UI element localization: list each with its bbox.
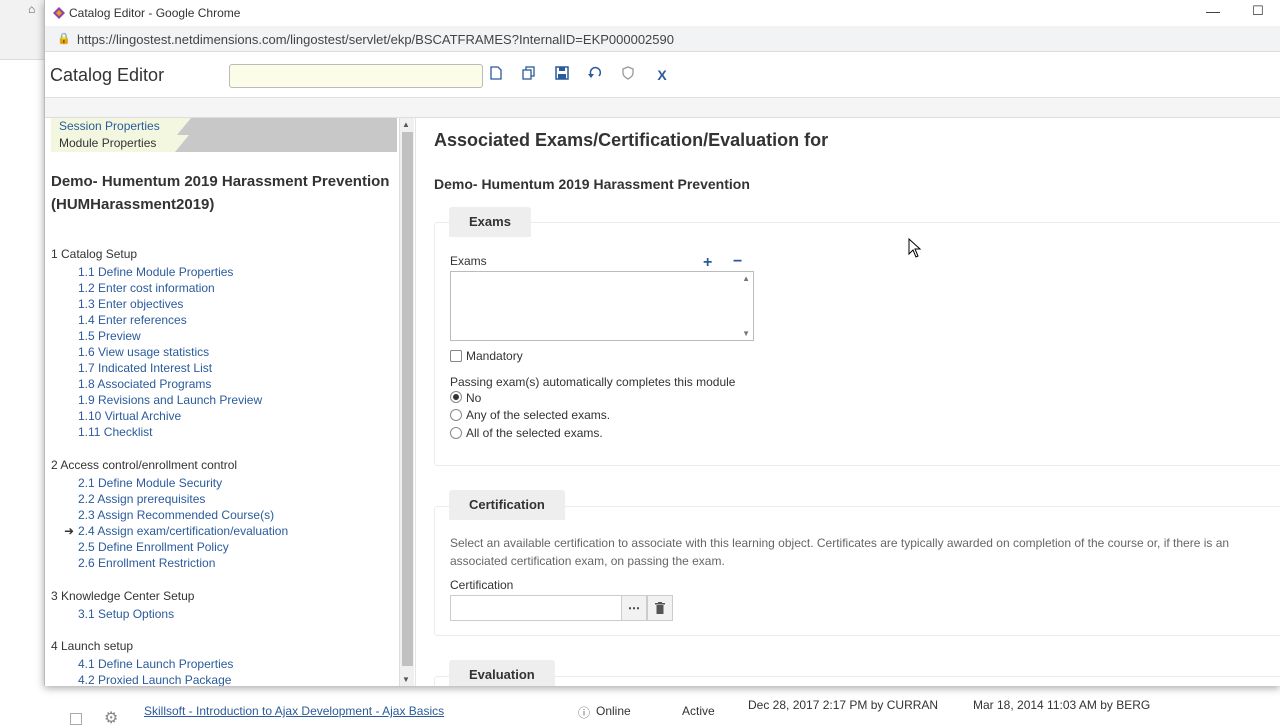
- page-title: Associated Exams/Certification/Evaluatio…: [434, 130, 829, 150]
- toolbar-divider: [45, 98, 1280, 118]
- nav-link-assign-recommended-courses[interactable]: 2.3 Assign Recommended Course(s): [78, 508, 274, 522]
- page-favicon-icon: [53, 7, 65, 19]
- mandatory-checkbox[interactable]: [450, 350, 462, 362]
- nav-link-define-module-security[interactable]: 2.1 Define Module Security: [78, 476, 222, 490]
- search-input[interactable]: [229, 64, 483, 88]
- home-icon[interactable]: ⌂: [28, 2, 35, 16]
- row-modified: Dec 28, 2017 2:17 PM by CURRAN: [748, 698, 939, 712]
- row-status: Active: [682, 704, 715, 718]
- app-title: Catalog Editor: [50, 65, 165, 85]
- nav-link-preview[interactable]: 1.5 Preview: [78, 329, 141, 343]
- lock-icon: 🔒: [57, 33, 71, 45]
- minimize-icon[interactable]: —: [1203, 3, 1223, 23]
- address-bar[interactable]: 🔒 https://lingostest.netdimensions.com/l…: [45, 26, 1280, 52]
- row-title-link[interactable]: Skillsoft - Introduction to Ajax Develop…: [144, 704, 444, 718]
- tab-module-corner: [175, 135, 189, 152]
- certification-input[interactable]: [450, 595, 622, 621]
- online-icon: ⓘ: [578, 706, 591, 720]
- mandatory-label: Mandatory: [466, 349, 523, 363]
- certification-description: Select an available certification to ass…: [450, 536, 1230, 568]
- tab-certification: Certification: [449, 490, 565, 520]
- nav-section-access-control: 2 Access control/enrollment control: [51, 458, 238, 472]
- background-table-row[interactable]: ⚙ Skillsoft - Introduction to Ajax Devel…: [0, 698, 1280, 727]
- tab-exams: Exams: [449, 207, 531, 237]
- nav-link-enter-cost-information[interactable]: 1.2 Enter cost information: [78, 281, 215, 295]
- window-titlebar: Catalog Editor - Google Chrome — ☐: [45, 0, 1280, 26]
- background-header-strip: [0, 0, 44, 60]
- nav-link-indicated-interest-list[interactable]: 1.7 Indicated Interest List: [78, 361, 212, 375]
- radio-any-selected[interactable]: [450, 409, 462, 421]
- list-scroll-up-icon[interactable]: ▲: [742, 274, 750, 283]
- sidebar-scroll-thumb[interactable]: [402, 132, 413, 666]
- nav-link-associated-programs[interactable]: 1.8 Associated Programs: [78, 377, 211, 391]
- url-text[interactable]: https://lingostest.netdimensions.com/lin…: [77, 32, 674, 47]
- list-scroll-down-icon[interactable]: ▼: [742, 329, 750, 338]
- nav-link-define-enrollment-policy[interactable]: 2.5 Define Enrollment Policy: [78, 540, 229, 554]
- tab-module-properties-strip: Module Properties: [51, 135, 397, 152]
- passing-exams-label: Passing exam(s) automatically completes …: [450, 375, 736, 389]
- radio-all-selected[interactable]: [450, 427, 462, 439]
- nav-link-enter-objectives[interactable]: 1.3 Enter objectives: [78, 297, 183, 311]
- certification-label: Certification: [450, 578, 514, 592]
- evaluation-section: [434, 676, 1280, 686]
- sidebar-scrollbar[interactable]: ▲ ▼: [399, 118, 414, 686]
- tab-module-properties[interactable]: Module Properties: [51, 135, 175, 152]
- module-subtitle: Demo- Humentum 2019 Harassment Preventio…: [434, 176, 750, 192]
- radio-no-label: No: [466, 391, 482, 405]
- row-created: Mar 18, 2014 11:03 AM by BERG: [973, 698, 1151, 712]
- module-title: Demo- Humentum 2019 Harassment Preventio…: [51, 173, 390, 213]
- row-checkbox[interactable]: [70, 713, 82, 725]
- nav-link-enter-references[interactable]: 1.4 Enter references: [78, 313, 187, 327]
- nav-link-enrollment-restriction[interactable]: 2.6 Enrollment Restriction: [78, 556, 215, 570]
- nav-link-checklist[interactable]: 1.11 Checklist: [78, 425, 152, 439]
- exams-listbox[interactable]: ▲ ▼: [450, 271, 754, 341]
- scroll-down-icon[interactable]: ▼: [402, 675, 410, 684]
- new-document-icon[interactable]: [487, 66, 505, 84]
- nav-link-define-launch-properties[interactable]: 4.1 Define Launch Properties: [78, 657, 233, 671]
- nav-section-catalog-setup: 1 Catalog Setup: [51, 247, 138, 261]
- add-exam-button[interactable]: +: [703, 254, 712, 272]
- gear-icon[interactable]: ⚙: [104, 708, 118, 728]
- nav-link-assign-prerequisites[interactable]: 2.2 Assign prerequisites: [78, 492, 205, 506]
- remove-exam-button[interactable]: −: [733, 253, 742, 271]
- window-title: Catalog Editor - Google Chrome: [69, 6, 241, 20]
- nav-link-virtual-archive[interactable]: 1.10 Virtual Archive: [78, 409, 181, 423]
- radio-any-label: Any of the selected exams.: [466, 408, 611, 422]
- save-icon[interactable]: [553, 66, 571, 84]
- shield-icon[interactable]: [619, 66, 637, 84]
- scroll-up-icon[interactable]: ▲: [402, 120, 410, 129]
- copy-icon[interactable]: [520, 66, 538, 84]
- catalog-editor-window: Catalog Editor - Google Chrome — ☐ 🔒 htt…: [44, 0, 1280, 686]
- editor-toolbar: Catalog Editor X: [45, 52, 1280, 98]
- maximize-icon[interactable]: ☐: [1248, 3, 1268, 23]
- trash-icon[interactable]: [647, 595, 673, 621]
- row-delivery: Online: [596, 704, 631, 718]
- tab-session-properties-strip: Session Properties: [51, 118, 397, 135]
- tab-session-corner: [177, 118, 191, 135]
- exams-label: Exams: [450, 254, 487, 268]
- nav-link-revisions-launch-preview[interactable]: 1.9 Revisions and Launch Preview: [78, 393, 262, 407]
- main-content: Associated Exams/Certification/Evaluatio…: [415, 118, 1280, 686]
- mouse-cursor-icon: [908, 238, 922, 258]
- tab-session-properties[interactable]: Session Properties: [51, 118, 177, 135]
- nav-section-launch-setup: 4 Launch setup: [51, 639, 134, 653]
- undo-icon[interactable]: [586, 66, 604, 84]
- nav-link-proxied-launch-package[interactable]: 4.2 Proxied Launch Package: [78, 673, 231, 686]
- nav-link-assign-exam-certification-evaluation[interactable]: 2.4 Assign exam/certification/evaluation: [78, 524, 288, 538]
- nav-link-define-module-properties[interactable]: 1.1 Define Module Properties: [78, 265, 233, 279]
- tab-evaluation: Evaluation: [449, 660, 555, 686]
- close-x-icon[interactable]: X: [653, 66, 671, 84]
- browse-certification-button[interactable]: ⋯: [621, 595, 647, 621]
- current-item-arrow-icon: ➜: [64, 524, 75, 538]
- nav-link-setup-options[interactable]: 3.1 Setup Options: [78, 607, 174, 621]
- radio-all-label: All of the selected exams.: [466, 426, 603, 440]
- sidebar: Session Properties Module Properties Dem…: [45, 118, 401, 686]
- nav-section-knowledge-center: 3 Knowledge Center Setup: [51, 589, 195, 603]
- nav-link-view-usage-statistics[interactable]: 1.6 View usage statistics: [78, 345, 209, 359]
- radio-no[interactable]: [450, 391, 462, 403]
